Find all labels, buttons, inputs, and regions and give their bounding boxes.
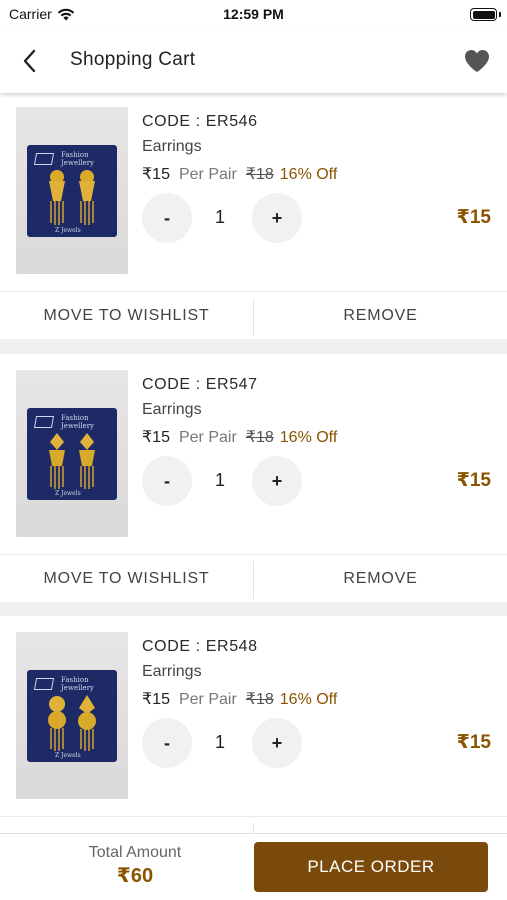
battery-cap <box>499 12 501 17</box>
item-actions: MOVE TO WISHLIST REMOVE <box>0 816 507 833</box>
discount-label: 16% Off <box>279 691 338 708</box>
remove-button[interactable]: REMOVE <box>254 292 507 340</box>
original-price: ₹18 <box>245 429 274 446</box>
price-row: ₹15 Per Pair ₹18 16% Off <box>142 427 337 447</box>
original-price: ₹18 <box>245 691 274 708</box>
product-card-image: Fashion Jewellery Z Jewels <box>27 407 117 500</box>
item-actions: MOVE TO WISHLIST REMOVE <box>0 554 507 602</box>
remove-button[interactable]: REMOVE <box>254 817 507 833</box>
wishlist-button[interactable] <box>462 46 492 76</box>
unit-price: ₹15 <box>142 429 170 446</box>
brand-label: Fashion Jewellery <box>61 675 95 692</box>
line-total: ₹15 <box>456 470 491 491</box>
brand-footer: Z Jewels <box>55 226 81 234</box>
product-card-image: Fashion Jewellery Z Jewels <box>27 144 117 237</box>
earrings-icon <box>49 169 95 225</box>
product-image[interactable]: Fashion Jewellery Z Jewels <box>16 370 128 537</box>
quantity-value: 1 <box>214 207 225 227</box>
move-to-wishlist-button[interactable]: MOVE TO WISHLIST <box>0 555 253 603</box>
product-image[interactable]: Fashion Jewellery Z Jewels <box>16 632 128 799</box>
nav-bar: Shopping Cart <box>0 30 507 93</box>
product-category: Earrings <box>142 401 202 418</box>
item-actions: MOVE TO WISHLIST REMOVE <box>0 291 507 339</box>
product-image[interactable]: Fashion Jewellery Z Jewels <box>16 107 128 274</box>
total-amount-label: Total Amount <box>88 844 182 861</box>
increment-button[interactable]: + <box>252 456 302 506</box>
brand-logo-icon <box>33 677 55 690</box>
price-unit: Per Pair <box>178 691 237 708</box>
brand-label: Fashion Jewellery <box>61 150 95 167</box>
battery-icon <box>470 8 497 21</box>
earrings-icon <box>48 694 96 751</box>
original-price: ₹18 <box>245 166 274 183</box>
heart-icon <box>465 50 489 72</box>
increment-button[interactable]: + <box>252 718 302 768</box>
decrement-button[interactable]: - <box>142 193 192 243</box>
decrement-button[interactable]: - <box>142 718 192 768</box>
remove-button[interactable]: REMOVE <box>254 555 507 603</box>
status-bar: Carrier 12:59 PM <box>0 0 507 30</box>
product-category: Earrings <box>142 663 202 680</box>
price-row: ₹15 Per Pair ₹18 16% Off <box>142 164 337 184</box>
quantity-value: 1 <box>214 732 225 752</box>
earrings-icon <box>49 432 95 489</box>
move-to-wishlist-button[interactable]: MOVE TO WISHLIST <box>0 817 253 833</box>
cart-item: Fashion Jewellery Z Jewels CODE : ER546 … <box>0 93 507 339</box>
product-category: Earrings <box>142 138 202 155</box>
total-amount-value: ₹60 <box>116 865 154 887</box>
brand-label: Fashion Jewellery <box>61 413 95 430</box>
move-to-wishlist-button[interactable]: MOVE TO WISHLIST <box>0 292 253 340</box>
price-unit: Per Pair <box>178 166 237 183</box>
product-card-image: Fashion Jewellery Z Jewels <box>27 669 117 762</box>
brand-logo-icon <box>33 415 55 428</box>
page-title: Shopping Cart <box>70 49 196 70</box>
unit-price: ₹15 <box>142 166 170 183</box>
product-code: CODE : ER546 <box>142 113 258 130</box>
product-code: CODE : ER547 <box>142 376 258 393</box>
unit-price: ₹15 <box>142 691 170 708</box>
quantity-value: 1 <box>214 470 225 490</box>
discount-label: 16% Off <box>279 166 338 183</box>
brand-footer: Z Jewels <box>55 751 81 759</box>
cart-item: Fashion Jewellery Z Jewels CODE : ER548 … <box>0 616 507 833</box>
product-code: CODE : ER548 <box>142 638 258 655</box>
status-time: 12:59 PM <box>223 6 284 22</box>
checkout-footer: Total Amount ₹60 PLACE ORDER <box>0 833 507 900</box>
place-order-button[interactable]: PLACE ORDER <box>254 842 488 892</box>
discount-label: 16% Off <box>279 429 338 446</box>
back-button[interactable] <box>14 44 44 78</box>
cart-item: Fashion Jewellery Z Jewels CODE : ER547 … <box>0 354 507 602</box>
price-row: ₹15 Per Pair ₹18 16% Off <box>142 689 337 709</box>
decrement-button[interactable]: - <box>142 456 192 506</box>
line-total: ₹15 <box>456 732 491 753</box>
brand-footer: Z Jewels <box>55 489 81 497</box>
line-total: ₹15 <box>456 207 491 228</box>
brand-logo-icon <box>33 152 55 165</box>
cart-list[interactable]: Fashion Jewellery Z Jewels CODE : ER546 … <box>0 93 507 833</box>
chevron-left-icon <box>23 49 36 73</box>
increment-button[interactable]: + <box>252 193 302 243</box>
price-unit: Per Pair <box>178 429 237 446</box>
